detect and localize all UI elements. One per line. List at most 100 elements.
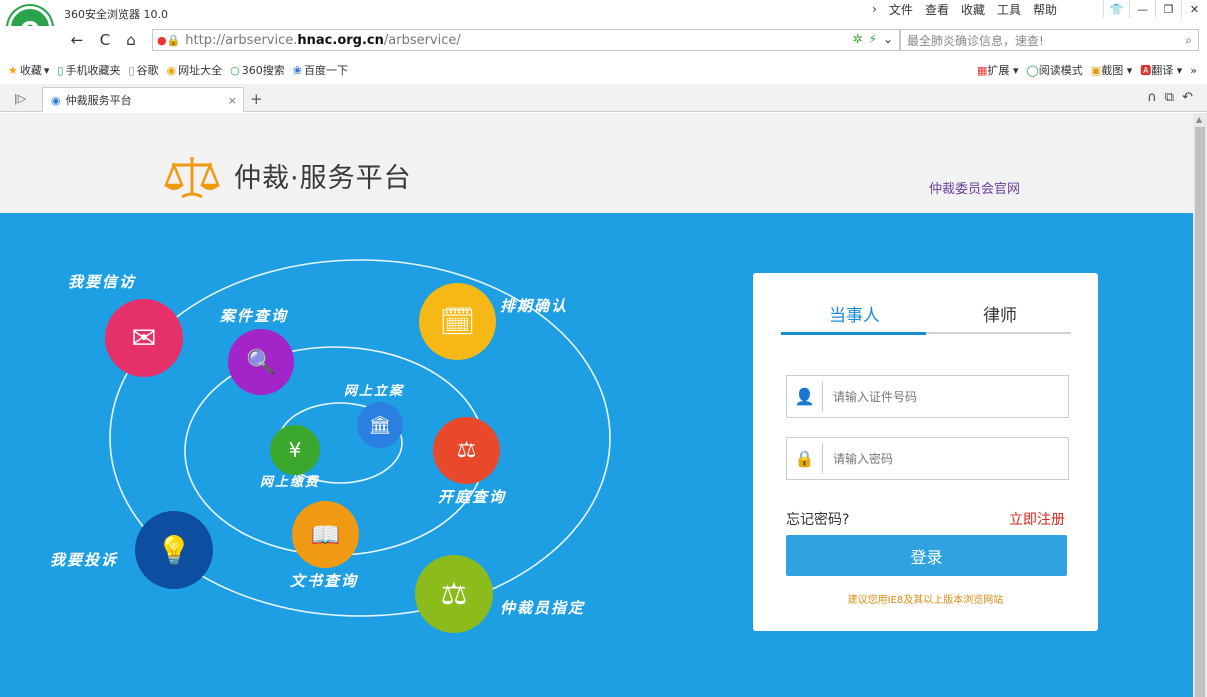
undo-icon[interactable]: ↶ <box>1182 90 1193 105</box>
case-query-button[interactable]: 🔍 <box>228 329 294 395</box>
tab-lawyer[interactable]: 律师 <box>983 301 1017 326</box>
menu-file[interactable]: 文件 <box>889 1 913 18</box>
schedule-button[interactable]: 🗓 <box>419 283 496 360</box>
lightbulb-icon: 💡 <box>156 533 192 567</box>
page-icon: ▯ <box>128 63 135 77</box>
tab-active-indicator <box>781 332 926 335</box>
yen-coin-icon: ¥ <box>288 438 302 462</box>
grid-icon: ▦ <box>977 64 988 77</box>
site-title: 仲裁·服务平台 <box>234 163 412 194</box>
menu-arrow-icon[interactable]: › <box>872 2 877 16</box>
sidebar-toggle-icon[interactable]: |▷ <box>14 92 26 105</box>
bookmark-hao[interactable]: ◉ 网址大全 <box>167 62 223 78</box>
url-suffix: /arbservice/ <box>383 32 461 48</box>
screenshot-button[interactable]: ▣截图 ▾ <box>1091 62 1132 78</box>
login-button[interactable]: 登录 <box>786 535 1067 576</box>
online-filing-button[interactable]: 🏛 <box>357 402 403 448</box>
online-payment-button[interactable]: ¥ <box>270 425 320 475</box>
url-host: hnac.org.cn <box>297 32 384 48</box>
online-payment-label[interactable]: 网上缴费 <box>260 471 320 490</box>
lightning-icon[interactable]: ⚡ <box>869 32 877 46</box>
official-site-link[interactable]: 仲裁委员会官网 <box>929 178 1020 197</box>
password-input[interactable] <box>823 438 1068 479</box>
scales-icon: ⚖ <box>440 576 468 612</box>
menu-tools[interactable]: 工具 <box>997 1 1021 18</box>
globe-icon: ◉ <box>166 63 177 77</box>
browser-tip: 建议您用IE8及其以上版本浏览网站 <box>847 595 1004 606</box>
online-filing-label[interactable]: 网上立案 <box>344 380 404 399</box>
reader-mode-button[interactable]: ◯阅读模式 <box>1026 62 1082 78</box>
bookmark-baidu[interactable]: ❀ 百度一下 <box>293 62 348 78</box>
extensions-button[interactable]: ▦扩展 ▾ <box>977 62 1018 78</box>
hearing-query-button[interactable]: ⚖ <box>433 417 500 484</box>
bank-icon: 🏛 <box>368 414 392 436</box>
tool-label: 扩展 <box>987 64 1010 77</box>
petition-button[interactable]: ✉ <box>105 299 183 377</box>
home-button[interactable]: ⌂ <box>120 30 142 50</box>
bookmark-google[interactable]: ▯ 谷歌 <box>128 62 158 78</box>
title-bar: 360安全浏览器 10.0 › 文件 查看 收藏 工具 帮助 👕 — ❐ ✕ <box>0 0 1207 24</box>
navigation-bar: ← C ⌂ ●🔒 http://arbservice. hnac.org.cn/a… <box>0 26 1207 54</box>
complaint-label[interactable]: 我要投诉 <box>50 549 118 570</box>
refresh-green-icon[interactable]: ✲ <box>852 32 862 46</box>
translate-button[interactable]: 🅰翻译 ▾ <box>1140 62 1182 78</box>
new-tab-button[interactable]: + <box>250 90 263 108</box>
maximize-button[interactable]: ❐ <box>1155 0 1181 18</box>
chevron-down-icon: ▾ <box>43 63 50 77</box>
reader-icon: ◯ <box>1026 64 1039 77</box>
document-query-button[interactable]: 📖 <box>292 501 359 568</box>
scales-logo-icon <box>164 157 220 199</box>
menu-bar: › 文件 查看 收藏 工具 帮助 <box>872 1 1057 17</box>
menu-view[interactable]: 查看 <box>925 1 949 18</box>
document-query-label[interactable]: 文书查询 <box>290 570 358 591</box>
headphones-icon[interactable]: ∩ <box>1147 90 1157 105</box>
forgot-password-link[interactable]: 忘记密码? <box>786 509 849 529</box>
tool-label: 阅读模式 <box>1038 64 1083 77</box>
site-header: 仲裁·服务平台 仲裁委员会官网 <box>0 113 1193 213</box>
scrollbar[interactable]: ▲ <box>1193 113 1207 697</box>
url-prefix: http://arbservice. <box>185 32 298 48</box>
translate-icon: 🅰 <box>1140 64 1152 77</box>
id-number-input[interactable] <box>823 376 1068 417</box>
window-controls: 👕 — ❐ ✕ <box>1103 0 1207 18</box>
skin-icon[interactable]: 👕 <box>1103 0 1129 18</box>
password-field: 🔒 <box>786 437 1069 480</box>
menu-favorites[interactable]: 收藏 <box>961 1 985 18</box>
case-query-label[interactable]: 案件查询 <box>220 305 288 326</box>
court-icon: ⚖ <box>456 438 477 463</box>
menu-help[interactable]: 帮助 <box>1033 1 1057 18</box>
close-tab-icon[interactable]: × <box>228 94 237 107</box>
more-chevron-icon[interactable]: » <box>1190 64 1197 77</box>
complaint-button[interactable]: 💡 <box>135 511 213 589</box>
search-bar[interactable]: 最全肺炎确诊信息，速查! ⌕ <box>900 29 1199 51</box>
tab-arbitration[interactable]: ◉ 仲裁服务平台 × <box>42 87 244 112</box>
bookmark-tools: ▦扩展 ▾ ◯阅读模式 ▣截图 ▾ 🅰翻译 ▾ » <box>977 58 1197 82</box>
bookmark-label: 收藏 <box>19 64 42 77</box>
bookmark-label: 360搜索 <box>241 64 285 77</box>
bookmark-mobile[interactable]: ▯ 手机收藏夹 <box>57 62 120 78</box>
login-panel: 当事人 律师 👤 🔒 忘记密码? 立即注册 登录 建议您用IE8及其以上版本浏览… <box>753 273 1098 631</box>
arbitrator-button[interactable]: ⚖ <box>415 555 493 633</box>
petition-label[interactable]: 我要信访 <box>68 271 136 292</box>
chevron-down-icon[interactable]: ⌄ <box>883 32 893 46</box>
close-window-button[interactable]: ✕ <box>1181 0 1207 18</box>
bookmark-360search[interactable]: ○ 360搜索 <box>230 62 285 78</box>
address-bar[interactable]: ●🔒 http://arbservice. hnac.org.cn/arbserv… <box>152 29 900 51</box>
tabs-icon[interactable]: ⧉ <box>1165 90 1174 105</box>
arbitrator-label[interactable]: 仲裁员指定 <box>500 597 585 618</box>
search-placeholder: 最全肺炎确诊信息，速查! <box>907 33 1044 48</box>
hearing-query-label[interactable]: 开庭查询 <box>438 486 506 507</box>
reload-button[interactable]: C <box>94 30 116 50</box>
schedule-label[interactable]: 排期确认 <box>500 295 568 316</box>
tab-party[interactable]: 当事人 <box>829 301 880 326</box>
favicon-icon: ◉ <box>51 93 61 107</box>
scroll-up-icon[interactable]: ▲ <box>1196 115 1202 124</box>
user-icon: 👤 <box>787 381 823 412</box>
star-icon: ★ <box>8 63 18 77</box>
scroll-thumb[interactable] <box>1195 127 1205 697</box>
register-link[interactable]: 立即注册 <box>1009 509 1065 529</box>
minimize-button[interactable]: — <box>1129 0 1155 18</box>
search-icon[interactable]: ⌕ <box>1185 33 1192 48</box>
back-button[interactable]: ← <box>66 30 88 50</box>
bookmark-favorites[interactable]: ★ 收藏 ▾ <box>8 62 49 78</box>
